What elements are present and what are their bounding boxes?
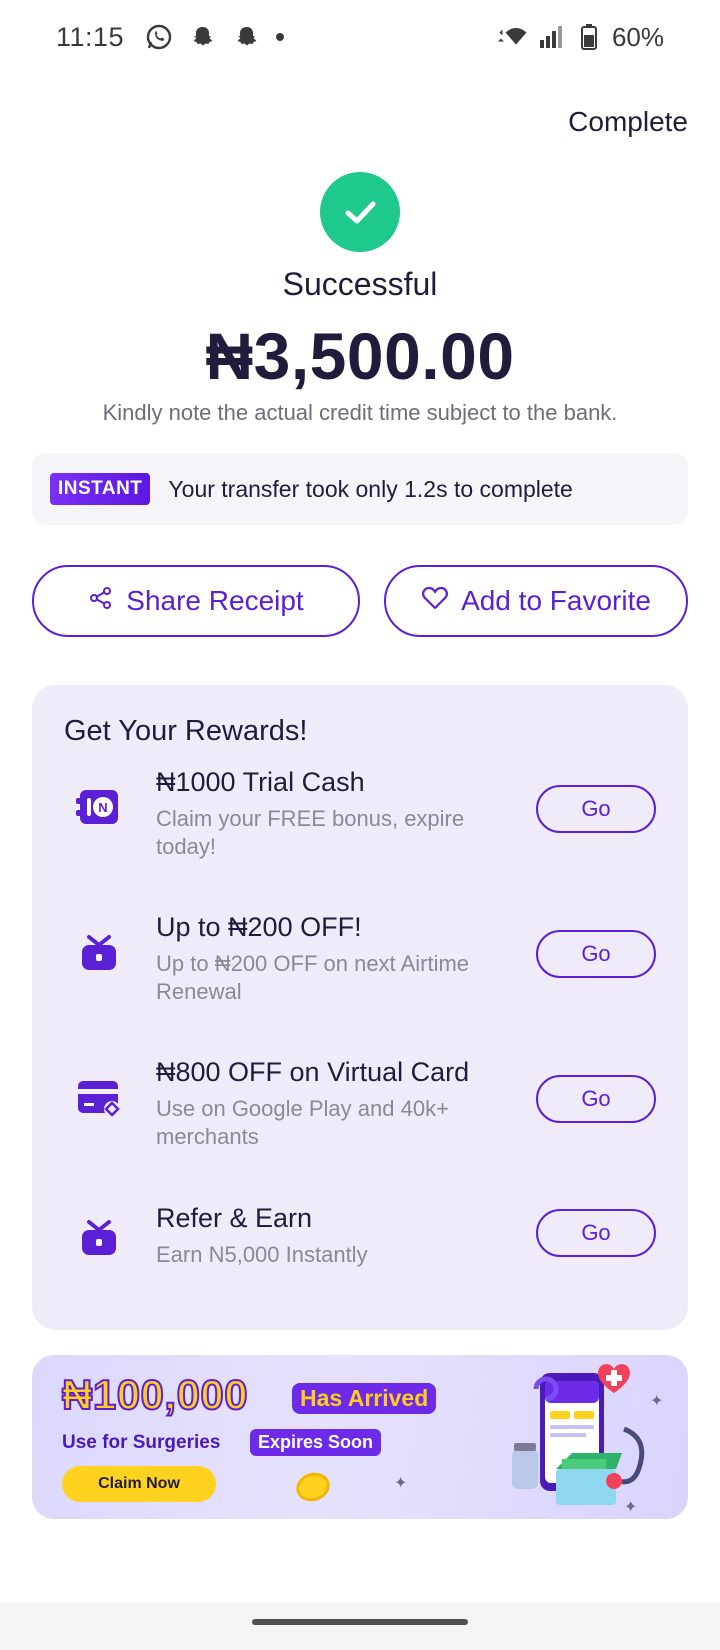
add-to-favorite-label: Add to Favorite	[461, 585, 651, 616]
reward-desc: Up to ₦200 OFF on next Airtime Renewal	[156, 951, 470, 1004]
share-receipt-label: Share Receipt	[126, 585, 304, 616]
safe-icon: N	[74, 783, 124, 833]
system-nav-bar	[0, 1602, 720, 1650]
home-indicator[interactable]	[252, 1619, 468, 1625]
credit-note: Kindly note the actual credit time subje…	[102, 400, 618, 425]
reward-title: Up to ₦200 OFF!	[156, 912, 362, 942]
sparkle-icon: ✦	[394, 1475, 408, 1492]
battery-icon	[574, 22, 604, 52]
banner-arrived: Has Arrived	[292, 1383, 437, 1414]
transfer-amount: ₦3,500.00	[205, 319, 515, 393]
status-left: 11:15	[56, 21, 285, 53]
coin-icon	[292, 1468, 334, 1506]
claim-now-button[interactable]: Claim Now	[62, 1466, 216, 1502]
promo-banner[interactable]: ₦100,000 Has Arrived Use for Surgeries E…	[32, 1355, 688, 1519]
share-icon	[88, 585, 114, 618]
gift-icon	[74, 928, 124, 978]
health-phone-illustration	[512, 1364, 645, 1505]
reward-desc: Claim your FREE bonus, expire today!	[156, 806, 465, 859]
reward-desc: Earn N5,000 Instantly	[156, 1242, 368, 1267]
go-button[interactable]: Go	[536, 1075, 656, 1123]
signal-icon	[536, 22, 566, 52]
rewards-card: Get Your Rewards! N ₦1000 Trial Cash Cla…	[32, 685, 688, 1330]
reward-title: ₦1000 Trial Cash	[156, 767, 365, 797]
card-icon	[74, 1073, 124, 1123]
share-receipt-button[interactable]: Share Receipt	[32, 565, 360, 637]
instant-info-box: INSTANT Your transfer took only 1.2s to …	[32, 453, 688, 525]
go-button[interactable]: Go	[536, 785, 656, 833]
svg-text:N: N	[98, 800, 107, 815]
wifi-icon	[497, 22, 528, 52]
rewards-title: Get Your Rewards!	[64, 715, 308, 747]
gift-icon	[74, 1213, 124, 1263]
notification-dot-icon	[276, 33, 285, 41]
success-check-icon	[320, 172, 400, 252]
reward-title: ₦800 OFF on Virtual Card	[156, 1057, 470, 1087]
status-bar: 11:15 60%	[0, 0, 720, 74]
go-button[interactable]: Go	[536, 930, 656, 978]
banner-expires-badge: Expires Soon	[250, 1429, 382, 1456]
whatsapp-icon	[144, 22, 174, 52]
snapchat-icon	[188, 22, 218, 52]
instant-badge: INSTANT	[50, 473, 151, 505]
status-title: Successful	[282, 266, 438, 302]
go-button[interactable]: Go	[536, 1209, 656, 1257]
status-time: 11:15	[56, 21, 125, 52]
battery-percent: 60%	[611, 21, 664, 52]
reward-title: Refer & Earn	[156, 1203, 313, 1233]
banner-use-text: Use for Surgeries	[62, 1432, 221, 1453]
reward-desc: Use on Google Play and 40k+ merchants	[156, 1096, 449, 1149]
add-to-favorite-button[interactable]: Add to Favorite	[384, 565, 688, 637]
snapchat-icon-2	[232, 22, 262, 52]
status-right: 60%	[497, 21, 664, 53]
complete-button[interactable]: Complete	[568, 106, 688, 138]
banner-amount: ₦100,000	[61, 1370, 249, 1419]
instant-text: Your transfer took only 1.2s to complete	[168, 475, 573, 502]
heart-icon	[421, 585, 449, 618]
